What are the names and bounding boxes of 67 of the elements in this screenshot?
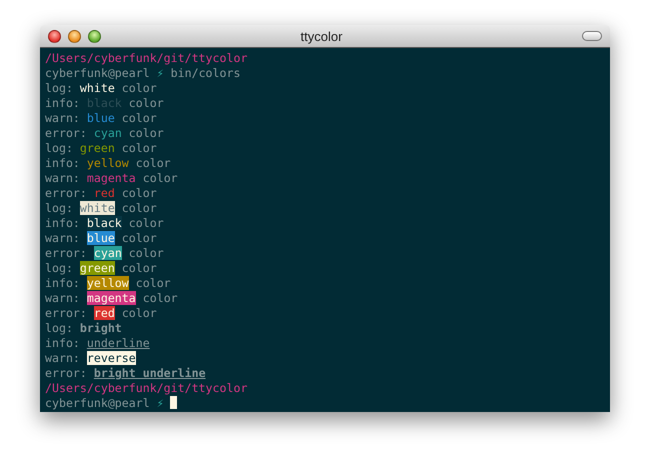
styled-word: yellow bbox=[86, 276, 129, 290]
log-text: color bbox=[122, 231, 157, 245]
lightning-symbol: ⚡ bbox=[156, 396, 164, 410]
minimize-button[interactable] bbox=[68, 30, 81, 42]
log-text: color bbox=[128, 96, 164, 110]
log-level-label: log: bbox=[45, 141, 73, 155]
styled-word: green bbox=[80, 261, 115, 275]
styled-word: underline bbox=[86, 336, 150, 350]
styled-word: reverse bbox=[86, 351, 136, 365]
styled-word: red bbox=[94, 306, 115, 320]
log-level-label: log: bbox=[45, 261, 73, 275]
styled-word: cyan bbox=[94, 126, 122, 140]
styled-word: blue bbox=[86, 231, 115, 245]
log-level-label: error: bbox=[45, 246, 87, 260]
path-text: /Users/cyberfunk/git/ttycolor bbox=[45, 51, 248, 65]
log-level-label: error: bbox=[45, 366, 87, 380]
log-text: color bbox=[142, 291, 178, 305]
log-level-label: error: bbox=[45, 186, 87, 200]
log-level-label: info: bbox=[45, 156, 80, 170]
log-level-label: warn: bbox=[45, 111, 80, 125]
log-level-label: info: bbox=[45, 336, 80, 350]
prompt-text: cyberfunk@pearl bbox=[45, 396, 150, 410]
styled-word: red bbox=[94, 186, 115, 200]
log-text: color bbox=[122, 141, 157, 155]
log-level-label: warn: bbox=[45, 231, 80, 245]
log-level-label: error: bbox=[45, 306, 87, 320]
log-text: color bbox=[128, 216, 164, 230]
path-text: /Users/cyberfunk/git/ttycolor bbox=[45, 381, 248, 395]
styled-word: cyan bbox=[94, 246, 122, 260]
styled-word: magenta bbox=[86, 291, 136, 305]
styled-word: white bbox=[80, 201, 115, 215]
log-level-label: log: bbox=[45, 321, 73, 335]
styled-word: magenta bbox=[86, 171, 136, 185]
styled-word: bright underline bbox=[94, 366, 206, 380]
log-level-label: warn: bbox=[45, 291, 80, 305]
log-text: color bbox=[122, 201, 157, 215]
toolbar-toggle-button[interactable] bbox=[582, 31, 602, 41]
log-text: color bbox=[122, 111, 157, 125]
styled-word: green bbox=[80, 141, 115, 155]
window-title: ttycolor bbox=[300, 28, 344, 44]
log-level-label: warn: bbox=[45, 171, 80, 185]
log-text: color bbox=[122, 186, 157, 200]
styled-word: yellow bbox=[86, 156, 129, 170]
close-button[interactable] bbox=[48, 30, 61, 42]
log-level-label: info: bbox=[45, 216, 80, 230]
log-level-label: log: bbox=[45, 201, 73, 215]
log-text: color bbox=[122, 261, 157, 275]
styled-word: black bbox=[86, 216, 122, 230]
log-level-label: info: bbox=[45, 96, 80, 110]
log-level-label: info: bbox=[45, 276, 80, 290]
log-text: color bbox=[128, 126, 164, 140]
log-level-label: error: bbox=[45, 126, 87, 140]
log-text: color bbox=[122, 81, 157, 95]
styled-word: bright bbox=[80, 321, 122, 335]
log-level-label: warn: bbox=[45, 351, 80, 365]
prompt-text: cyberfunk@pearl bbox=[45, 66, 150, 80]
styled-word: blue bbox=[86, 111, 115, 125]
log-level-label: log: bbox=[45, 81, 73, 95]
log-text: color bbox=[136, 156, 171, 170]
log-text: color bbox=[128, 246, 164, 260]
zoom-button[interactable] bbox=[88, 30, 101, 42]
lightning-symbol: ⚡ bbox=[156, 66, 164, 80]
log-text: color bbox=[122, 306, 157, 320]
log-text: color bbox=[142, 171, 178, 185]
command-text: bin/colors bbox=[170, 66, 240, 80]
log-text: color bbox=[136, 276, 171, 290]
styled-word: white bbox=[80, 81, 115, 95]
